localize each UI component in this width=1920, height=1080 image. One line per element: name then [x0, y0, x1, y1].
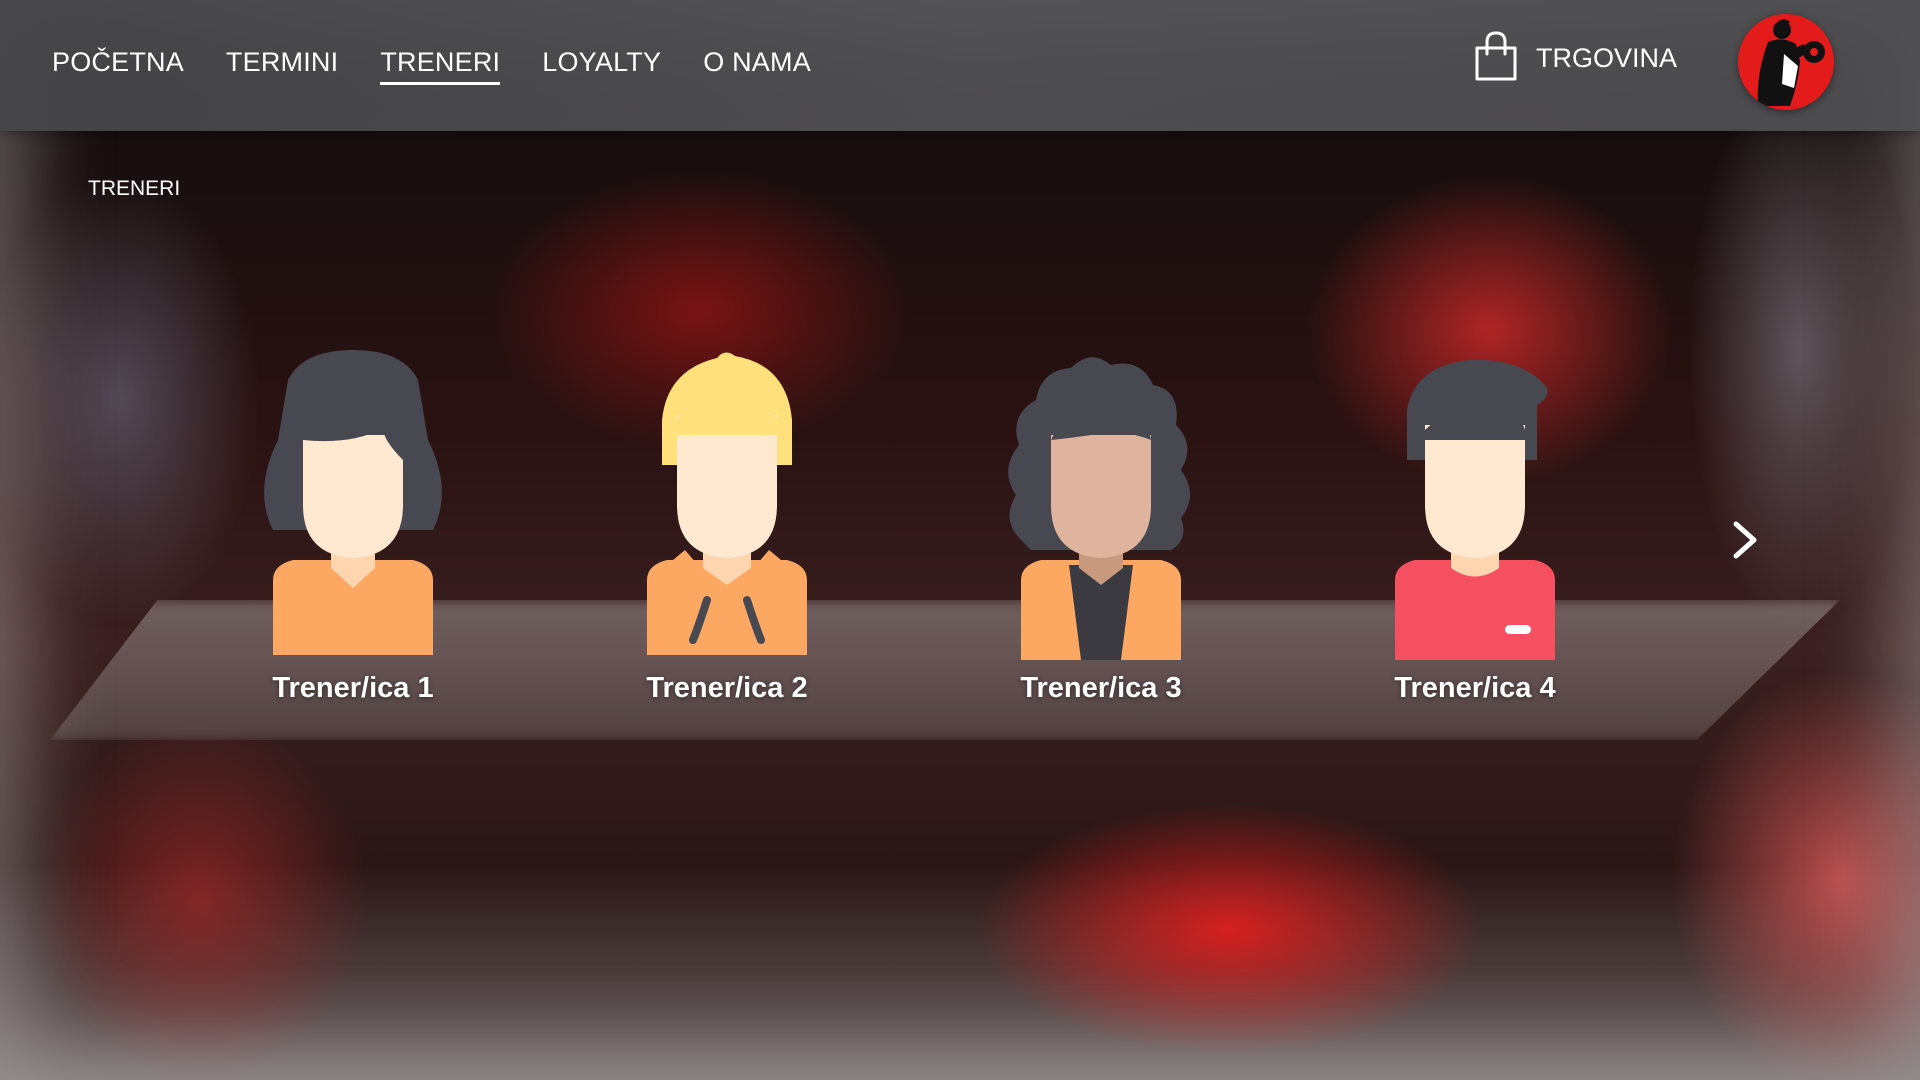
- shop-label: TRGOVINA: [1536, 43, 1678, 73]
- top-navigation-bar: POČETNA TERMINI TRENERI LOYALTY O NAMA T…: [0, 0, 1920, 131]
- nav-item-pocetna[interactable]: POČETNA: [52, 47, 184, 85]
- gym-logo-icon[interactable]: [1738, 14, 1834, 110]
- trainer-name: Trener/ica 4: [1394, 672, 1556, 704]
- trainer-name: Trener/ica 1: [272, 672, 434, 704]
- shopping-bag-icon: [1474, 30, 1518, 87]
- male-blonde-avatar: [647, 352, 807, 655]
- nav-item-treneri[interactable]: TRENERI: [380, 47, 501, 85]
- chevron-right-icon: [1733, 521, 1757, 559]
- nav-item-o-nama[interactable]: O NAMA: [703, 47, 811, 85]
- shop-link[interactable]: TRGOVINA: [1474, 30, 1677, 87]
- trainer-card-1[interactable]: Trener/ica 1: [233, 340, 473, 720]
- trainer-card-4[interactable]: Trener/ica 4: [1355, 340, 1595, 720]
- breadcrumb: TRENERI: [88, 177, 181, 200]
- main-nav: POČETNA TERMINI TRENERI LOYALTY O NAMA: [52, 47, 811, 85]
- nav-item-loyalty[interactable]: LOYALTY: [542, 47, 661, 85]
- male-dark-hair-avatar: [1395, 359, 1555, 660]
- trainer-card-3[interactable]: Trener/ica 3: [981, 340, 1221, 720]
- trainer-name: Trener/ica 3: [1020, 672, 1182, 704]
- female-curly-hair-avatar: [1008, 357, 1190, 660]
- carousel-next-button[interactable]: [1720, 510, 1770, 570]
- trainers-carousel: Trener/ica 1 Trener/ica 2 Trener/ica 3 T…: [0, 340, 1920, 720]
- female-long-hair-avatar: [264, 350, 442, 655]
- trainer-card-2[interactable]: Trener/ica 2: [607, 340, 847, 720]
- nav-item-termini[interactable]: TERMINI: [226, 47, 338, 85]
- trainer-name: Trener/ica 2: [646, 672, 808, 704]
